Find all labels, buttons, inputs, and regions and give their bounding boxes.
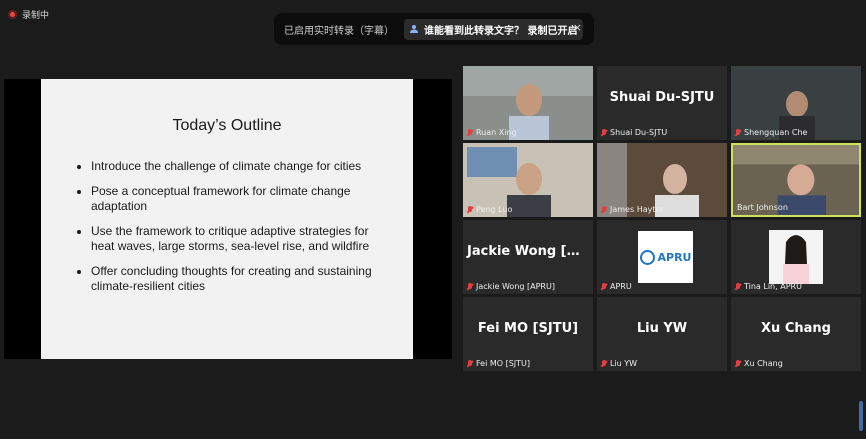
participant-name-display: Liu YW xyxy=(636,321,688,336)
participant-name-display: Shuai Du-SJTU xyxy=(609,90,715,105)
participant-label: Ruan Xing xyxy=(467,128,517,137)
participant-label: Shuai Du-SJTU xyxy=(601,128,667,137)
participant-label: Jackie Wong [APRU] xyxy=(467,282,555,291)
transcription-banner: 已启用实时转录（字幕） 谁能看到此转录文字？ 录制已开启 × xyxy=(274,13,594,45)
participant-tile[interactable]: Shuai Du-SJTU Shuai Du-SJTU xyxy=(597,66,727,140)
participant-label: Xu Chang xyxy=(735,359,783,368)
slide-bullet: Introduce the challenge of climate chang… xyxy=(91,159,391,175)
banner-pill-label: 谁能看到此转录文字？ 录制已开启 xyxy=(424,25,578,37)
presentation-slide: Today’s Outline Introduce the challenge … xyxy=(41,79,413,359)
ring-icon xyxy=(639,249,655,265)
participant-label: APRU xyxy=(601,282,632,291)
mic-muted-icon xyxy=(735,282,741,291)
participant-tile[interactable]: Xu Chang Xu Chang xyxy=(731,297,861,371)
participant-name-display: Jackie Wong [A... xyxy=(467,244,592,259)
participant-label: Tina Lin, APRU xyxy=(735,282,802,291)
participant-label: Liu YW xyxy=(601,359,637,368)
participant-name-display: Fei MO [SJTU] xyxy=(477,321,579,336)
slide-bullet: Use the framework to critique adaptive s… xyxy=(91,224,391,255)
slide-bullet: Offer concluding thoughts for creating a… xyxy=(91,264,391,295)
mic-muted-icon xyxy=(467,359,473,368)
mic-muted-icon xyxy=(467,205,473,214)
participant-tile-active-speaker[interactable]: Bart Johnson xyxy=(731,143,861,217)
slide-bullets: Introduce the challenge of climate chang… xyxy=(76,159,391,304)
slide-bullet: Pose a conceptual framework for climate … xyxy=(91,184,391,215)
participant-label: Bart Johnson xyxy=(737,203,788,212)
mic-muted-icon xyxy=(467,282,473,291)
participant-tile[interactable]: Liu YW Liu YW xyxy=(597,297,727,371)
record-icon xyxy=(8,10,17,19)
participant-tile[interactable]: Tina Lin, APRU xyxy=(731,220,861,294)
participant-label: Peng Luo xyxy=(467,205,512,214)
participant-tile[interactable]: Peng Luo xyxy=(463,143,593,217)
shared-screen: Today’s Outline Introduce the challenge … xyxy=(4,79,452,359)
recording-indicator: 录制中 xyxy=(8,8,49,21)
close-icon[interactable]: × xyxy=(573,21,582,34)
participant-tile[interactable]: Jackie Wong [A... Jackie Wong [APRU] xyxy=(463,220,593,294)
transcript-info-button[interactable]: 谁能看到此转录文字？ 录制已开启 xyxy=(404,18,584,40)
people-icon xyxy=(410,25,418,33)
recording-label: 录制中 xyxy=(22,11,50,21)
slide-title: Today’s Outline xyxy=(172,117,282,134)
mic-muted-icon xyxy=(601,359,607,368)
participant-tile[interactable]: Fei MO [SJTU] Fei MO [SJTU] xyxy=(463,297,593,371)
mic-muted-icon xyxy=(735,128,741,137)
participant-label: Fei MO [SJTU] xyxy=(467,359,530,368)
mic-muted-icon xyxy=(735,359,741,368)
participant-name-display: Xu Chang xyxy=(761,321,831,336)
mic-muted-icon xyxy=(467,128,473,137)
banner-text: 已启用实时转录（字幕） xyxy=(284,25,394,37)
participant-tile[interactable]: Shengquan Che xyxy=(731,66,861,140)
mic-muted-icon xyxy=(601,205,607,214)
mic-muted-icon xyxy=(601,128,607,137)
participant-label: Shengquan Che xyxy=(735,128,807,137)
participant-tile[interactable]: APRU APRU xyxy=(597,220,727,294)
apru-logo: APRU xyxy=(638,231,693,283)
participant-label: James Hayter xyxy=(601,205,664,214)
mic-muted-icon xyxy=(601,282,607,291)
participant-tile[interactable]: James Hayter xyxy=(597,143,727,217)
scrollbar[interactable] xyxy=(859,401,863,431)
participant-tile[interactable]: Ruan Xing xyxy=(463,66,593,140)
